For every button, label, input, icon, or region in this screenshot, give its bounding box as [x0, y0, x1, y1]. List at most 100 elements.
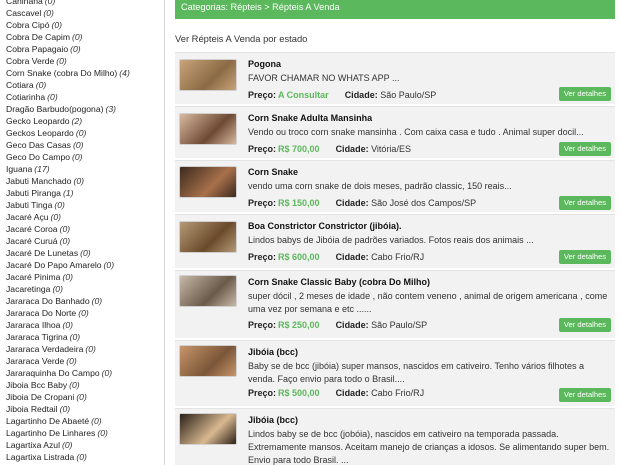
sidebar-category-item[interactable]: Jararaca Do Norte (0) [6, 307, 164, 319]
listing-title[interactable]: Corn Snake Adulta Mansinha [248, 112, 611, 124]
sidebar-category-item[interactable]: Cobra De Capim (0) [6, 31, 164, 43]
listing-title[interactable]: Boa Constrictor Constrictor (jibóia). [248, 220, 611, 232]
category-label: Jabuti Manchado [6, 176, 72, 186]
sidebar-category-item[interactable]: Dragão Barbudo(pogona) (3) [6, 103, 164, 115]
view-details-button[interactable]: Ver detalhes [559, 196, 611, 210]
category-label: Cobra Verde [6, 56, 55, 66]
listing-title[interactable]: Corn Snake [248, 166, 611, 178]
listing-title[interactable]: Jibóia (bcc) [248, 346, 611, 358]
listing-price: R$ 150,00 [278, 198, 320, 208]
sidebar-category-item[interactable]: Jacaré Coroa (0) [6, 223, 164, 235]
listing-description: super dócil , 2 meses de idade , não con… [248, 291, 608, 314]
category-label: Jararaca Ilhoa [6, 320, 61, 330]
sidebar-category-item[interactable]: Cotiara (0) [6, 79, 164, 91]
category-label: Lagartinho De Linhares [6, 428, 96, 438]
sidebar-category-item[interactable]: Jiboia Bcc Baby (0) [6, 379, 164, 391]
category-label: Jararaca Do Banhado [6, 296, 90, 306]
category-count: (0) [35, 80, 47, 90]
sidebar-category-item[interactable]: Geco Do Campo (0) [6, 151, 164, 163]
sidebar-category-item[interactable]: Caninana (0) [6, 0, 164, 7]
sidebar-category-item[interactable]: Jacaré Pinima (0) [6, 271, 164, 283]
category-label: Lagartixa Azul [6, 440, 60, 450]
sidebar-category-item[interactable]: Cascavel (0) [6, 7, 164, 19]
view-details-button[interactable]: Ver detalhes [559, 250, 611, 264]
view-details-button[interactable]: Ver detalhes [559, 142, 611, 156]
sidebar-category-item[interactable]: Iguana (17) [6, 163, 164, 175]
listing-photo[interactable] [179, 275, 237, 307]
category-label: Geckos Leopardo [6, 128, 74, 138]
category-count: (0) [62, 272, 73, 282]
sidebar-category-item[interactable]: Jararaca Verdadeira (0) [6, 343, 164, 355]
category-label: Geco Das Casas [6, 140, 71, 150]
view-details-button[interactable]: Ver detalhes [559, 87, 611, 101]
listing-title[interactable]: Jibóia (bcc) [248, 414, 611, 426]
listing-photo[interactable] [179, 166, 237, 198]
listing-card[interactable]: Boa Constrictor Constrictor (jibóia). Lin… [175, 214, 615, 268]
category-count: (0) [43, 8, 54, 18]
category-label: Jiboia Redtail [6, 404, 58, 414]
sidebar-category-item[interactable]: Jararaca Verde (0) [6, 355, 164, 367]
listing-card[interactable]: Jibóia (bcc) Lindos baby se de bcc (jobói… [175, 408, 615, 465]
listing-city: Cabo Frio/RJ [371, 252, 425, 262]
category-label: Iguana [6, 164, 33, 174]
sidebar-category-item[interactable]: Jiboia De Cropani (0) [6, 391, 164, 403]
city-label: Cidade: [335, 320, 369, 330]
sidebar-category-item[interactable]: Cobra Papagaio (0) [6, 43, 164, 55]
listing-card[interactable]: Jibóia (bcc) Baby se de bcc (jibóia) supe… [175, 340, 615, 406]
sidebar-category-item[interactable]: Lagartixa Azul (0) [6, 439, 164, 451]
listing-price: R$ 250,00 [278, 320, 320, 330]
sidebar-category-item[interactable]: Cotiarinha (0) [6, 91, 164, 103]
sidebar-category-item[interactable]: Jacaré Açu (0) [6, 211, 164, 223]
listing-card[interactable]: Corn Snake Adulta Mansinha Vendo ou troco… [175, 106, 615, 158]
sidebar-category-item[interactable]: Jararaca Tigrina (0) [6, 331, 164, 343]
sidebar-category-item[interactable]: Jacaré Curuá (0) [6, 235, 164, 247]
listing-card[interactable]: Pogona FAVOR CHAMAR NO WHATS APP ... Preço… [175, 52, 615, 104]
category-label: Jacaré Açu [6, 212, 49, 222]
category-label: Jararaca Verde [6, 356, 65, 366]
category-count: (0) [91, 296, 103, 306]
category-count: (0) [44, 0, 56, 6]
category-count: (0) [103, 260, 115, 270]
category-count: (0) [62, 320, 73, 330]
listing-card[interactable]: Corn Snake Classic Baby (cobra Do Milho)… [175, 270, 615, 338]
listing-city: São Paulo/SP [380, 90, 437, 100]
state-filter-title: Ver Répteis A Venda por estado [175, 33, 308, 44]
sidebar-category-item[interactable]: Jararaca Ilhoa (0) [6, 319, 164, 331]
category-count: (0) [52, 284, 63, 294]
sidebar-category-item[interactable]: Jabuti Manchado (0) [6, 175, 164, 187]
category-label: Jacaré Curuá [6, 236, 58, 246]
listing-title[interactable]: Pogona [248, 58, 611, 70]
sidebar-category-item[interactable]: Jararaca Do Banhado (0) [6, 295, 164, 307]
listing-photo[interactable] [179, 221, 237, 253]
sidebar-category-item[interactable]: Jabuti Tinga (0) [6, 199, 164, 211]
sidebar-category-item[interactable]: Cobra Cipó (0) [6, 19, 164, 31]
sidebar-category-item[interactable]: Jacaretinga (0) [6, 283, 164, 295]
category-label: Cascavel [6, 8, 42, 18]
view-details-button[interactable]: Ver detalhes [559, 318, 611, 332]
sidebar-category-item[interactable]: Jabuti Piranga (1) [6, 187, 164, 199]
category-count: (0) [59, 224, 71, 234]
listing-description: FAVOR CHAMAR NO WHATS APP ... [248, 73, 400, 83]
sidebar-category-item[interactable]: Lagartinho De Abaeté (0) [6, 415, 164, 427]
listing-body: Pogona FAVOR CHAMAR NO WHATS APP ... [248, 58, 611, 85]
listing-title[interactable]: Corn Snake Classic Baby (cobra Do Milho) [248, 276, 611, 288]
sidebar-category-item[interactable]: Cobra Verde (0) [6, 55, 164, 67]
sidebar-category-item[interactable]: Jacaré De Lunetas (0) [6, 247, 164, 259]
sidebar-category-item[interactable]: Corn Snake (cobra Do Milho) (4) [6, 67, 164, 79]
city-label: Cidade: [344, 90, 378, 100]
sidebar-category-item[interactable]: Geckos Leopardo (0) [6, 127, 164, 139]
listing-photo[interactable] [179, 59, 237, 91]
sidebar-category-item[interactable]: Jacaré Do Papo Amarelo (0) [6, 259, 164, 271]
view-details-button[interactable]: Ver detalhes [559, 388, 611, 402]
listing-photo[interactable] [179, 345, 237, 377]
sidebar-category-item[interactable]: Jararaquinha Do Campo (0) [6, 367, 164, 379]
sidebar-category-item[interactable]: Geco Das Casas (0) [6, 139, 164, 151]
sidebar-category-item[interactable]: Lagartinho De Linhares (0) [6, 427, 164, 439]
listing-photo[interactable] [179, 113, 237, 145]
listing-meta: Preço: R$ 250,00 Cidade: São Paulo/SP [248, 319, 427, 331]
sidebar-category-item[interactable]: Jiboia Redtail (0) [6, 403, 164, 415]
sidebar-category-item[interactable]: Gecko Leopardo (2) [6, 115, 164, 127]
listing-photo[interactable] [179, 413, 237, 445]
sidebar-category-item[interactable]: Lagartixa Listrada (0) [6, 451, 164, 463]
listing-card[interactable]: Corn Snake vendo uma corn snake de dois m… [175, 160, 615, 212]
